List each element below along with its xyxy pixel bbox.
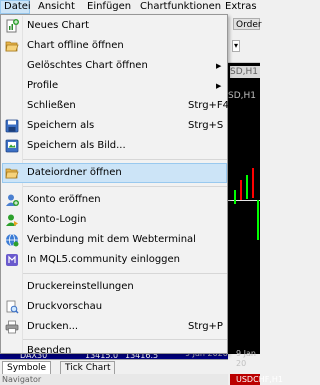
menu-item-printer-settings[interactable]: Druckereinstellungen (2, 277, 227, 297)
menu-item-exit[interactable]: Beenden (2, 332, 227, 356)
tab-symbole[interactable]: Symbole (2, 361, 52, 374)
menu-item-shortcut: Strg+S (188, 120, 224, 131)
menu-ansicht[interactable]: Ansicht (38, 0, 75, 14)
menu-item-label: Verbindung mit dem Webterminal (27, 234, 196, 245)
add-account-icon (5, 193, 19, 207)
menu-separator (23, 186, 227, 187)
menu-item-label: In MQL5.community einloggen (27, 254, 180, 265)
menu-item-label: Neues Chart (27, 20, 89, 31)
menu-item-account-login[interactable]: Konto-Login (2, 210, 227, 230)
menu-item-shortcut: Strg+F4 (188, 100, 230, 111)
chart-window-title: SD,H1 (228, 91, 256, 101)
menu-item-label: Schließen (27, 100, 76, 111)
menu-item-open-data-folder[interactable]: Dateiordner öffnen (2, 163, 227, 183)
menu-einfuegen[interactable]: Einfügen (87, 0, 131, 14)
menu-item-save-as-image[interactable]: Speichern als Bild... (2, 136, 227, 156)
chevron-down-icon[interactable]: ▾ (232, 40, 240, 52)
menu-item-label: Druckvorschau (27, 301, 103, 312)
market-watch-tabs: Symbole Tick Chart (0, 359, 228, 375)
chart-window-tab[interactable]: USDCHF,H1 (230, 374, 283, 385)
print-preview-icon (5, 300, 19, 314)
chart-window-tab[interactable]: SD,H1 (230, 66, 260, 78)
new-order-button[interactable]: Order (233, 18, 262, 30)
chart-area[interactable] (228, 14, 260, 354)
menu-item-label: Beenden (27, 345, 72, 356)
menu-separator (23, 273, 227, 274)
price-line (228, 200, 260, 201)
account-login-icon (5, 213, 19, 227)
menu-item-open-offline[interactable]: Chart offline öffnen (2, 36, 227, 56)
menu-bar: Datei Ansicht Einfügen Chartfunktionen E… (0, 0, 260, 15)
menu-item-label: Chart offline öffnen (27, 40, 124, 51)
menu-separator (23, 159, 227, 160)
menu-datei[interactable]: Datei (0, 0, 31, 14)
menu-item-open-deleted[interactable]: Gelöschtes Chart öffnen ▶ (2, 56, 227, 76)
menu-chartfunktionen[interactable]: Chartfunktionen (140, 0, 221, 14)
candle (257, 200, 259, 240)
mql5-login-icon (5, 253, 19, 267)
menu-item-print-preview[interactable]: Druckvorschau (2, 297, 227, 317)
save-image-icon (5, 139, 19, 153)
menu-item-mql5-login[interactable]: In MQL5.community einloggen (2, 250, 227, 270)
menu-item-close[interactable]: Schließen Strg+F4 (2, 96, 230, 116)
menu-item-label: Konto eröffnen (27, 194, 101, 205)
menu-extras[interactable]: Extras (225, 0, 257, 14)
chart-tab-label: USDCHF,H1 (236, 375, 283, 384)
menu-item-label: Gelöschtes Chart öffnen (27, 60, 148, 71)
navigator-header[interactable]: Navigator (0, 374, 228, 385)
menu-item-label: Konto-Login (27, 214, 87, 225)
save-icon (5, 119, 19, 133)
menu-item-label: Dateiordner öffnen (27, 167, 122, 178)
menu-item-new-chart[interactable]: Neues Chart (2, 16, 227, 36)
candle (240, 180, 242, 200)
menu-item-save-as[interactable]: Speichern als Strg+S (2, 116, 227, 136)
web-terminal-icon (5, 233, 19, 247)
time-axis-label: 9 Jan 20 (236, 349, 256, 368)
menu-item-label: Speichern als Bild... (27, 140, 126, 151)
candle (252, 168, 254, 198)
tab-tick-chart[interactable]: Tick Chart (60, 361, 116, 375)
submenu-arrow-icon: ▶ (216, 62, 222, 70)
menu-item-label: Profile (27, 80, 59, 91)
folder-open-icon (5, 39, 19, 53)
menu-item-open-account[interactable]: Konto eröffnen (2, 190, 227, 210)
candle (234, 190, 236, 204)
menu-item-profiles[interactable]: Profile ▶ (2, 76, 227, 96)
new-chart-icon (5, 19, 19, 33)
candle (246, 175, 248, 199)
menu-item-web-terminal[interactable]: Verbindung mit dem Webterminal (2, 230, 227, 250)
submenu-arrow-icon: ▶ (216, 82, 222, 90)
folder-icon (5, 166, 19, 180)
menu-item-label: Speichern als (27, 120, 95, 131)
menu-item-label: Druckereinstellungen (27, 281, 134, 292)
file-menu-dropdown: Neues Chart Chart offline öffnen Gelösch… (0, 14, 230, 356)
